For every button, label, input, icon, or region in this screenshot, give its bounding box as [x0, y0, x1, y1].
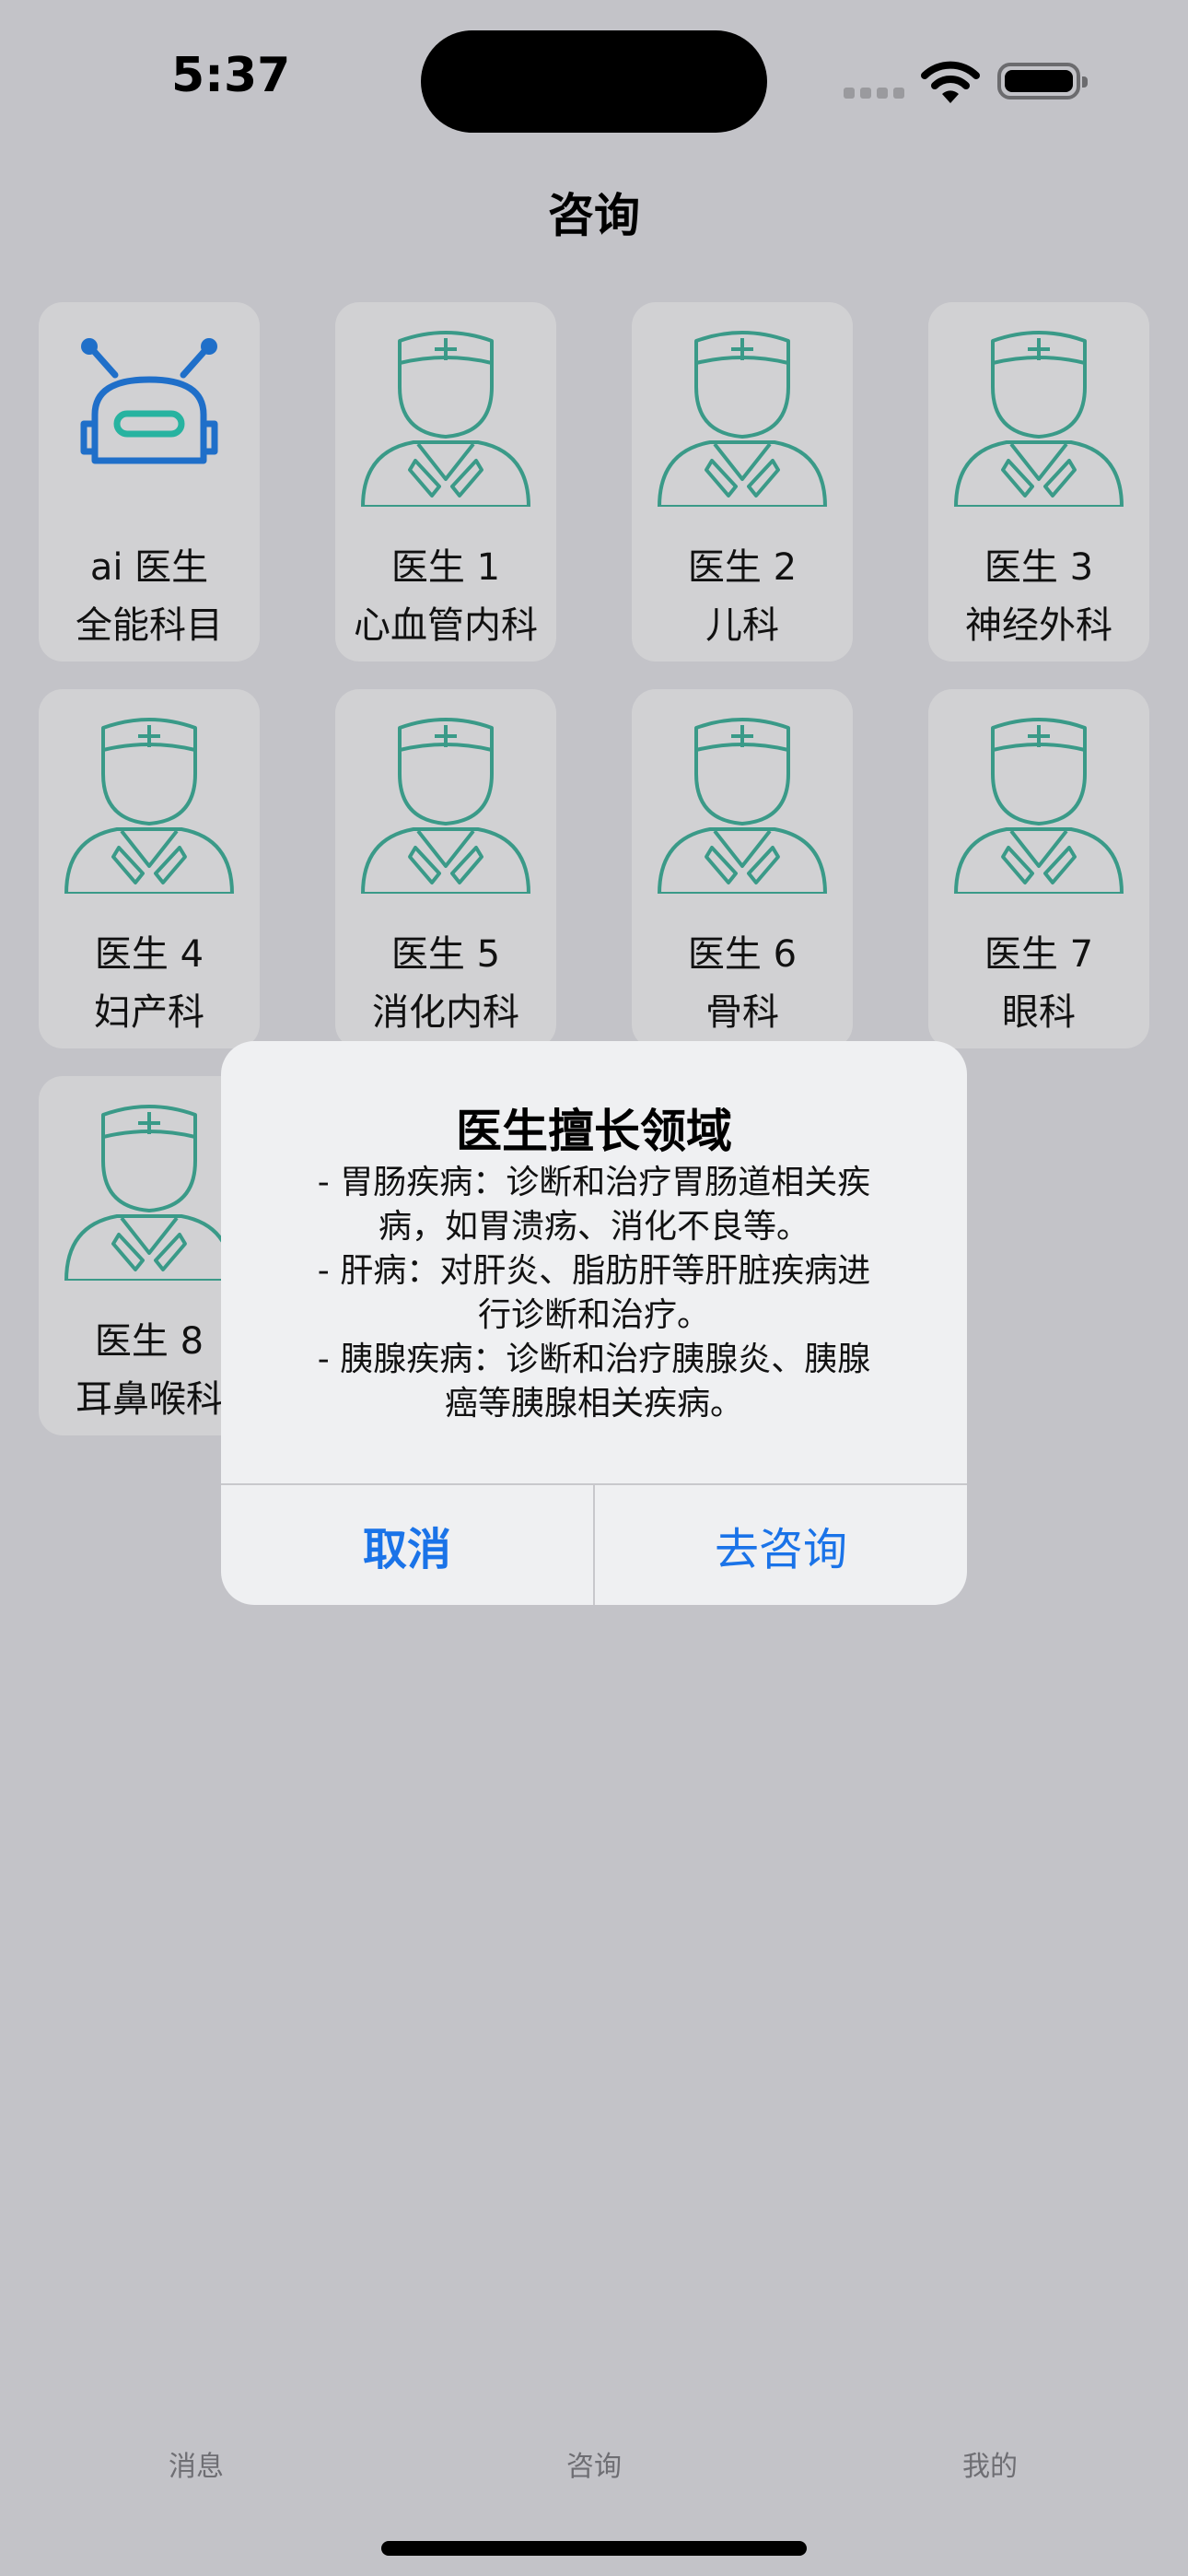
doctor-name: 医生 1	[390, 546, 501, 589]
doctor-card-6[interactable]: 医生 6 骨科	[632, 689, 853, 1048]
doctor-icon	[658, 718, 827, 894]
expertise-alert: 医生擅长领域 - 胃肠疾病：诊断和治疗胃肠道相关疾 病，如胃溃疡、消化不良等。 …	[221, 1041, 967, 1605]
tab-profile[interactable]: 我的	[898, 2443, 1082, 2484]
alert-message-line: 癌等胰腺相关疾病。	[444, 1385, 743, 1423]
doctor-icon	[64, 1105, 234, 1281]
doctor-name: 医生 2	[687, 546, 798, 589]
status-time: 5:37	[171, 48, 291, 103]
battery-icon	[997, 63, 1088, 100]
doctor-department: 骨科	[705, 991, 779, 1034]
doctor-name: ai 医生	[89, 546, 209, 589]
doctor-department: 眼科	[1002, 991, 1076, 1034]
doctor-name: 医生 7	[984, 933, 1094, 976]
tab-consult[interactable]: 咨询	[502, 2443, 686, 2484]
doctor-card-3[interactable]: 医生 3 神经外科	[928, 302, 1149, 662]
doctor-department: 儿科	[705, 604, 779, 647]
page-title: 咨询	[548, 189, 640, 242]
tab-messages[interactable]: 消息	[104, 2443, 288, 2484]
doctor-department: 神经外科	[965, 604, 1112, 647]
doctor-icon	[954, 331, 1124, 507]
doctor-card-4[interactable]: 医生 4 妇产科	[39, 689, 260, 1048]
doctor-department: 心血管内科	[354, 604, 538, 647]
doctor-department: 妇产科	[94, 991, 204, 1034]
doctor-icon	[361, 718, 530, 894]
doctor-card-1[interactable]: 医生 1 心血管内科	[335, 302, 556, 662]
doctor-card-2[interactable]: 医生 2 儿科	[632, 302, 853, 662]
consult-button[interactable]: 去咨询	[595, 1485, 967, 1605]
alert-title: 医生擅长领域	[456, 1105, 732, 1158]
doctor-icon	[361, 331, 530, 507]
doctor-name: 医生 6	[687, 933, 798, 976]
doctor-icon	[64, 718, 234, 894]
alert-message-line: 病，如胃溃疡、消化不良等。	[378, 1208, 809, 1246]
doctor-department: 消化内科	[372, 991, 519, 1034]
alert-message-line: - 胃肠疾病：诊断和治疗胃肠道相关疾	[317, 1164, 871, 1201]
cancel-button[interactable]: 取消	[221, 1485, 593, 1605]
doctor-icon	[954, 718, 1124, 894]
doctor-department: 全能科目	[76, 604, 223, 647]
doctor-card-ai[interactable]: ai 医生 全能科目	[39, 302, 260, 662]
alert-message: - 胃肠疾病：诊断和治疗胃肠道相关疾 病，如胃溃疡、消化不良等。 - 肝病：对肝…	[276, 1161, 912, 1426]
doctor-icon	[658, 331, 827, 507]
alert-message-line: - 胰腺疾病：诊断和治疗胰腺炎、胰腺	[317, 1341, 871, 1378]
alert-message-line: - 肝病：对肝炎、脂肪肝等肝脏疾病进	[317, 1252, 871, 1290]
wifi-icon	[921, 61, 980, 103]
dynamic-island	[421, 30, 767, 133]
doctor-name: 医生 5	[390, 933, 501, 976]
home-indicator[interactable]	[381, 2541, 807, 2556]
doctor-name: 医生 3	[984, 546, 1094, 589]
robot-icon	[80, 338, 218, 464]
cellular-signal-icon	[844, 85, 910, 102]
doctor-name: 医生 4	[94, 933, 204, 976]
alert-message-line: 行诊断和治疗。	[477, 1296, 710, 1334]
doctor-card-7[interactable]: 医生 7 眼科	[928, 689, 1149, 1048]
doctor-card-5[interactable]: 医生 5 消化内科	[335, 689, 556, 1048]
